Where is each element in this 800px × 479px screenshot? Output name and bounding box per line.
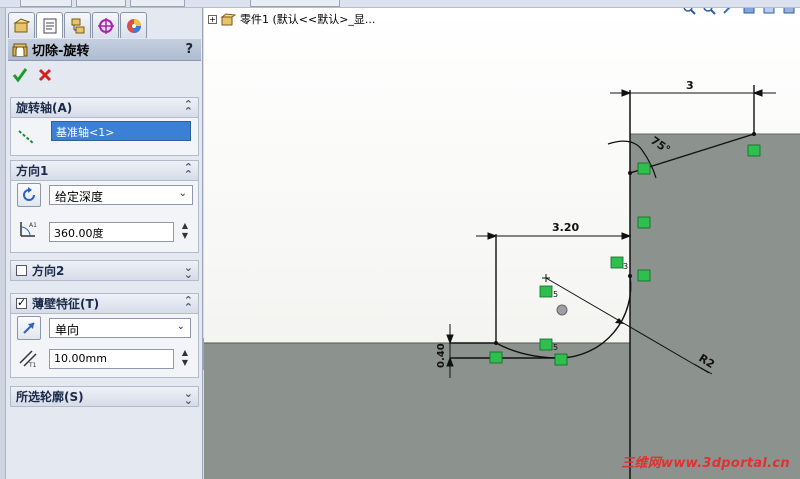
top-strip — [0, 0, 800, 8]
dimension-left-label[interactable]: 0.40 — [436, 343, 447, 368]
manager-tab-row — [8, 12, 147, 38]
dimxpert-tab-icon — [97, 17, 114, 34]
angle-spinner[interactable]: ▲ ▼ — [179, 221, 191, 243]
graphics-viewport[interactable]: 3 75° 3.20 0.40 R2 3 5 5 + 零件1 (默认<<默认>_… — [204, 8, 800, 479]
end-condition-dropdown[interactable]: 给定深度 ⌄ — [49, 185, 193, 205]
expand-chevron-icon[interactable]: ⌄ ⌄ — [184, 388, 193, 406]
collapse-chevron-icon[interactable]: ⌃ ⌃ — [184, 295, 193, 313]
zoom-area-icon[interactable] — [702, 8, 716, 15]
svg-text:T1: T1 — [28, 362, 37, 368]
thin-feature-group-body: 单向 ⌄ T1 10.00mm ▲ ▼ — [10, 314, 199, 378]
ok-button[interactable] — [12, 67, 28, 86]
relation-label-c: 5 — [553, 343, 558, 352]
reverse-arrow-icon — [23, 322, 35, 334]
feature-tree-flyout[interactable]: + 零件1 (默认<<默认>_显... — [208, 11, 375, 27]
reverse-direction-icon — [23, 187, 35, 201]
display-manager-tab[interactable] — [120, 12, 147, 38]
dimxpert-tab[interactable] — [92, 12, 119, 38]
axis-group-header[interactable]: 旋转轴(A) ⌃ ⌃ — [10, 97, 199, 118]
direction2-checkbox[interactable] — [16, 265, 27, 276]
cut-revolve-icon — [12, 43, 28, 56]
direction2-group-header[interactable]: 方向2 ⌄ ⌄ — [10, 260, 199, 281]
part-icon — [220, 13, 236, 26]
green-check-icon — [12, 67, 28, 82]
svg-text:A1: A1 — [29, 222, 37, 229]
angle-icon: A1 — [20, 222, 37, 237]
help-button[interactable]: ? — [185, 42, 193, 57]
top-tab-stub[interactable] — [130, 0, 185, 7]
property-manager-tab[interactable] — [36, 12, 63, 38]
property-manager-tab-icon — [43, 18, 56, 33]
collapse-chevron-icon[interactable]: ⌃ ⌃ — [184, 162, 193, 180]
view-orientation-icon[interactable] — [762, 8, 776, 15]
dimension-middle-label[interactable]: 3.20 — [552, 221, 579, 234]
direction2-group-title: 方向2 — [32, 264, 65, 278]
top-tab-stub[interactable] — [20, 0, 72, 7]
property-manager-title-bar: 切除-旋转 ? — [8, 39, 201, 61]
direction1-group-title: 方向1 — [16, 164, 49, 178]
contours-group-title: 所选轮廓(S) — [16, 390, 84, 404]
direction1-group-header[interactable]: 方向1 ⌃ ⌃ — [10, 160, 199, 181]
feature-manager-tab[interactable] — [8, 12, 35, 38]
contours-group-header[interactable]: 所选轮廓(S) ⌄ ⌄ — [10, 386, 199, 407]
display-style-icon[interactable] — [782, 8, 796, 15]
expand-chevron-icon[interactable]: ⌄ ⌄ — [184, 262, 193, 280]
red-x-icon — [38, 68, 52, 81]
axis-selection-field[interactable]: 基准轴<1> — [51, 121, 191, 141]
arc-center-marker — [542, 274, 550, 282]
reverse-direction-button[interactable] — [17, 183, 41, 207]
top-tab-stub[interactable] — [250, 0, 340, 7]
part-tree-label[interactable]: 零件1 (默认<<默认>_显... — [240, 11, 375, 27]
sketch-canvas: 3 75° 3.20 0.40 R2 3 5 5 — [204, 79, 800, 479]
thin-type-value: 单向 — [55, 323, 80, 337]
direction1-group-body: 给定深度 ⌄ A1 360.00度 ▲ ▼ — [10, 181, 199, 253]
panel-edge — [0, 8, 6, 479]
axis-icon — [18, 130, 34, 144]
thin-feature-group-title: 薄壁特征(T) — [32, 297, 100, 311]
dimension-top-label[interactable]: 3 — [686, 79, 694, 92]
zoom-fit-icon[interactable] — [682, 8, 696, 15]
thin-feature-checkbox[interactable] — [16, 296, 27, 309]
thin-reverse-button[interactable] — [17, 316, 41, 340]
thin-feature-group-header[interactable]: 薄壁特征(T) ⌃⌃ — [10, 293, 199, 314]
sketch-origin-point — [556, 304, 568, 316]
angle-input[interactable]: 360.00度 — [49, 222, 174, 242]
watermark-text: 三维网www.3dportal.cn — [621, 456, 790, 471]
thickness-spinner[interactable]: ▲ ▼ — [179, 348, 191, 370]
top-tab-stub[interactable] — [76, 0, 126, 7]
chevron-down-icon: ⌄ — [178, 188, 187, 199]
chevron-down-icon: ⌄ — [176, 321, 185, 332]
thickness-input[interactable]: 10.00mm — [49, 349, 174, 369]
axis-group-title: 旋转轴(A) — [16, 101, 73, 115]
previous-view-icon[interactable] — [722, 8, 736, 15]
configuration-manager-tab-icon — [71, 18, 84, 33]
thickness-icon: T1 — [19, 350, 37, 368]
confirm-actions — [12, 66, 52, 86]
feature-manager-tab-icon — [12, 17, 30, 32]
cancel-button[interactable] — [38, 68, 52, 85]
display-manager-tab-icon — [126, 18, 141, 33]
feature-title: 切除-旋转 — [32, 44, 90, 59]
thin-type-dropdown[interactable]: 单向 ⌄ — [49, 318, 191, 338]
heads-up-view-toolbar — [682, 8, 796, 16]
collapse-chevron-icon[interactable]: ⌃ ⌃ — [184, 99, 193, 117]
end-condition-value: 给定深度 — [55, 190, 104, 204]
section-view-icon[interactable] — [742, 8, 756, 15]
relation-label-b: 5 — [553, 290, 558, 299]
relation-label-a: 3 — [623, 262, 628, 271]
expand-plus-icon[interactable]: + — [208, 14, 217, 24]
property-manager-panel: 切除-旋转 ? 旋转轴(A) ⌃ ⌃ 基准轴<1> 方向1 ⌃ ⌃ 给定深度 ⌄ A… — [0, 8, 203, 479]
axis-group-body: 基准轴<1> — [10, 118, 199, 156]
configuration-manager-tab[interactable] — [64, 12, 91, 38]
